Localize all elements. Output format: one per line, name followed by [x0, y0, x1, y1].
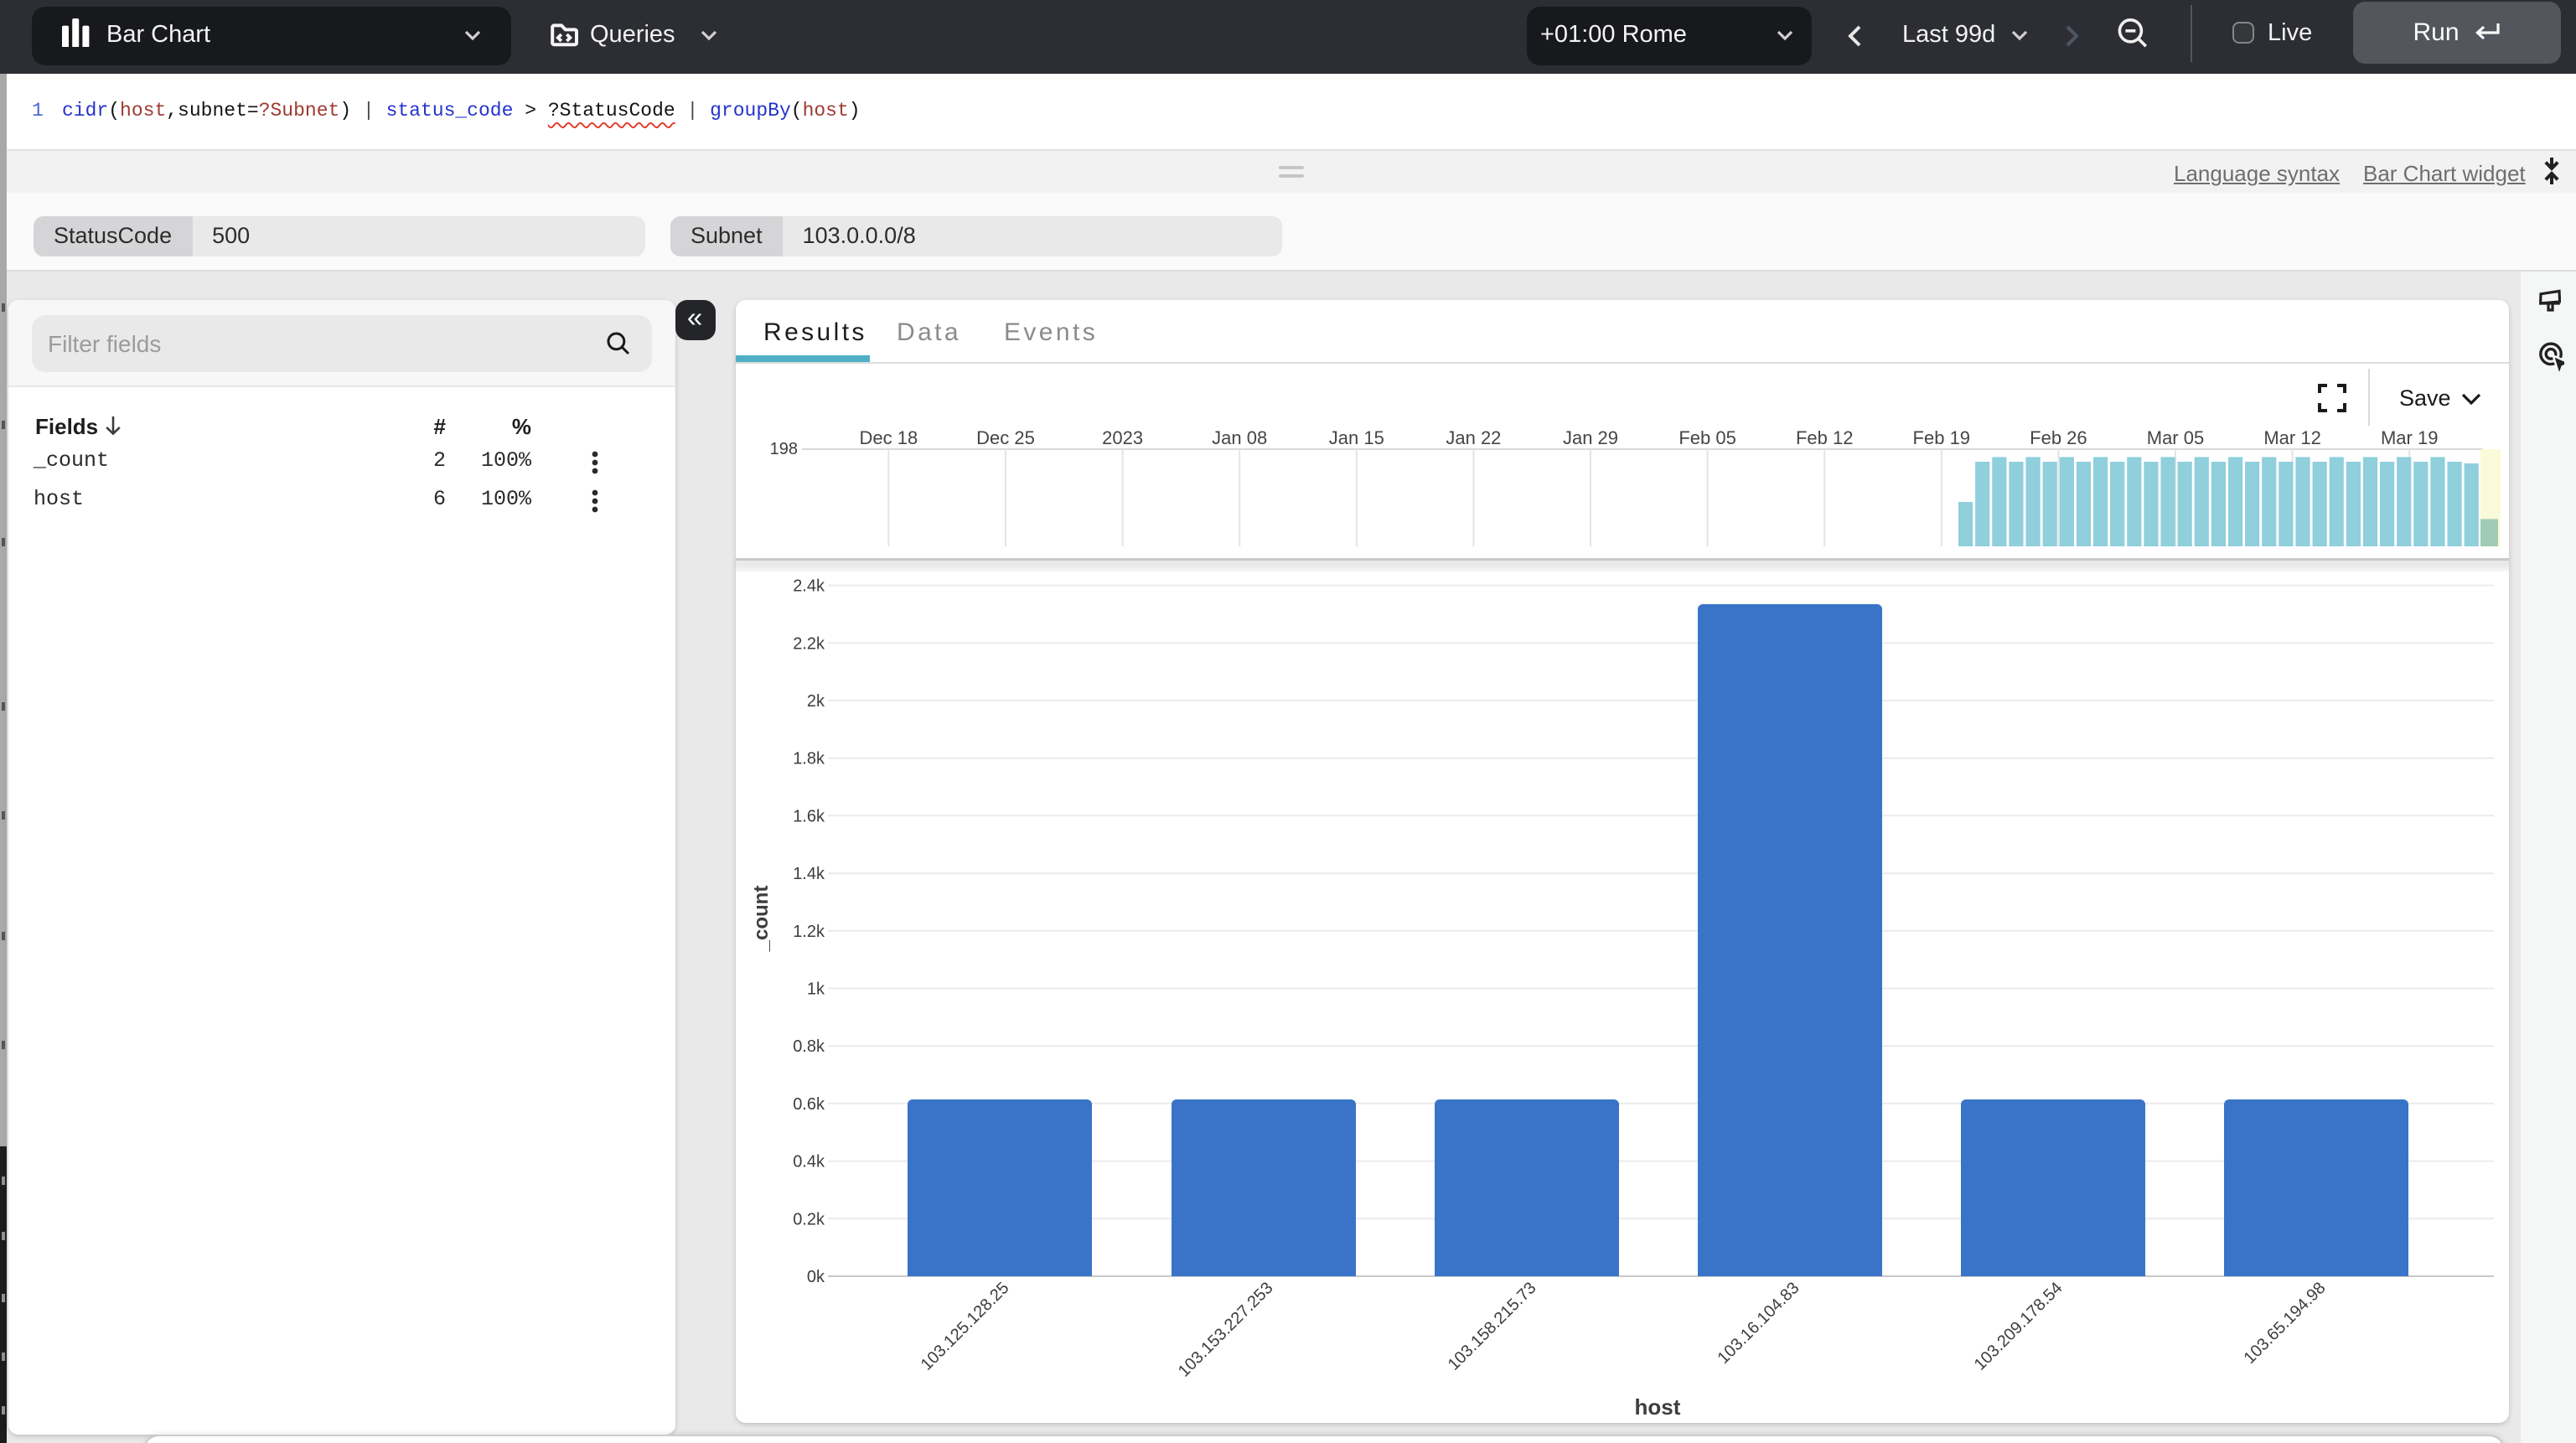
svg-text:103.16.104.83: 103.16.104.83	[1714, 1278, 1803, 1367]
svg-text:2023: 2023	[1101, 427, 1142, 447]
svg-text:2.2k: 2.2k	[792, 634, 825, 652]
svg-text:1.8k: 1.8k	[792, 749, 825, 768]
svg-text:103.209.178.54: 103.209.178.54	[1970, 1278, 2066, 1373]
svg-text:Dec 25: Dec 25	[975, 427, 1034, 447]
svg-text:1.4k: 1.4k	[792, 864, 825, 882]
svg-text:1.6k: 1.6k	[792, 806, 825, 825]
svg-text:103.125.128.25: 103.125.128.25	[917, 1278, 1012, 1373]
svg-text:Feb 12: Feb 12	[1795, 427, 1853, 447]
svg-text:Feb 26: Feb 26	[2029, 427, 2087, 447]
svg-text:0.2k: 0.2k	[792, 1209, 825, 1228]
svg-text:1.2k: 1.2k	[792, 922, 825, 940]
svg-text:2.4k: 2.4k	[792, 577, 825, 595]
svg-text:0.6k: 0.6k	[792, 1094, 825, 1113]
svg-text:Feb 19: Feb 19	[1912, 427, 1970, 447]
svg-text:Mar 19: Mar 19	[2380, 427, 2437, 447]
svg-text:Mar 05: Mar 05	[2146, 427, 2203, 447]
svg-text:host: host	[1634, 1394, 1680, 1419]
svg-text:1k: 1k	[806, 980, 825, 998]
svg-text:2k: 2k	[806, 691, 825, 710]
svg-text:198: 198	[769, 439, 797, 458]
svg-text:Jan 22: Jan 22	[1445, 427, 1500, 447]
svg-text:103.153.227.253: 103.153.227.253	[1174, 1278, 1276, 1380]
svg-text:Jan 08: Jan 08	[1211, 427, 1266, 447]
svg-text:0.8k: 0.8k	[792, 1037, 825, 1055]
svg-text:Mar 12: Mar 12	[2263, 427, 2320, 447]
svg-text:_count: _count	[749, 885, 772, 952]
svg-text:103.65.194.98: 103.65.194.98	[2240, 1278, 2329, 1367]
svg-text:Jan 29: Jan 29	[1562, 427, 1617, 447]
svg-text:Dec 18: Dec 18	[859, 427, 918, 447]
svg-text:103.158.215.73: 103.158.215.73	[1444, 1278, 1539, 1373]
svg-text:0.4k: 0.4k	[792, 1152, 825, 1171]
svg-text:Jan 15: Jan 15	[1328, 427, 1384, 447]
svg-text:0k: 0k	[806, 1267, 825, 1285]
svg-text:Feb 05: Feb 05	[1678, 427, 1735, 447]
